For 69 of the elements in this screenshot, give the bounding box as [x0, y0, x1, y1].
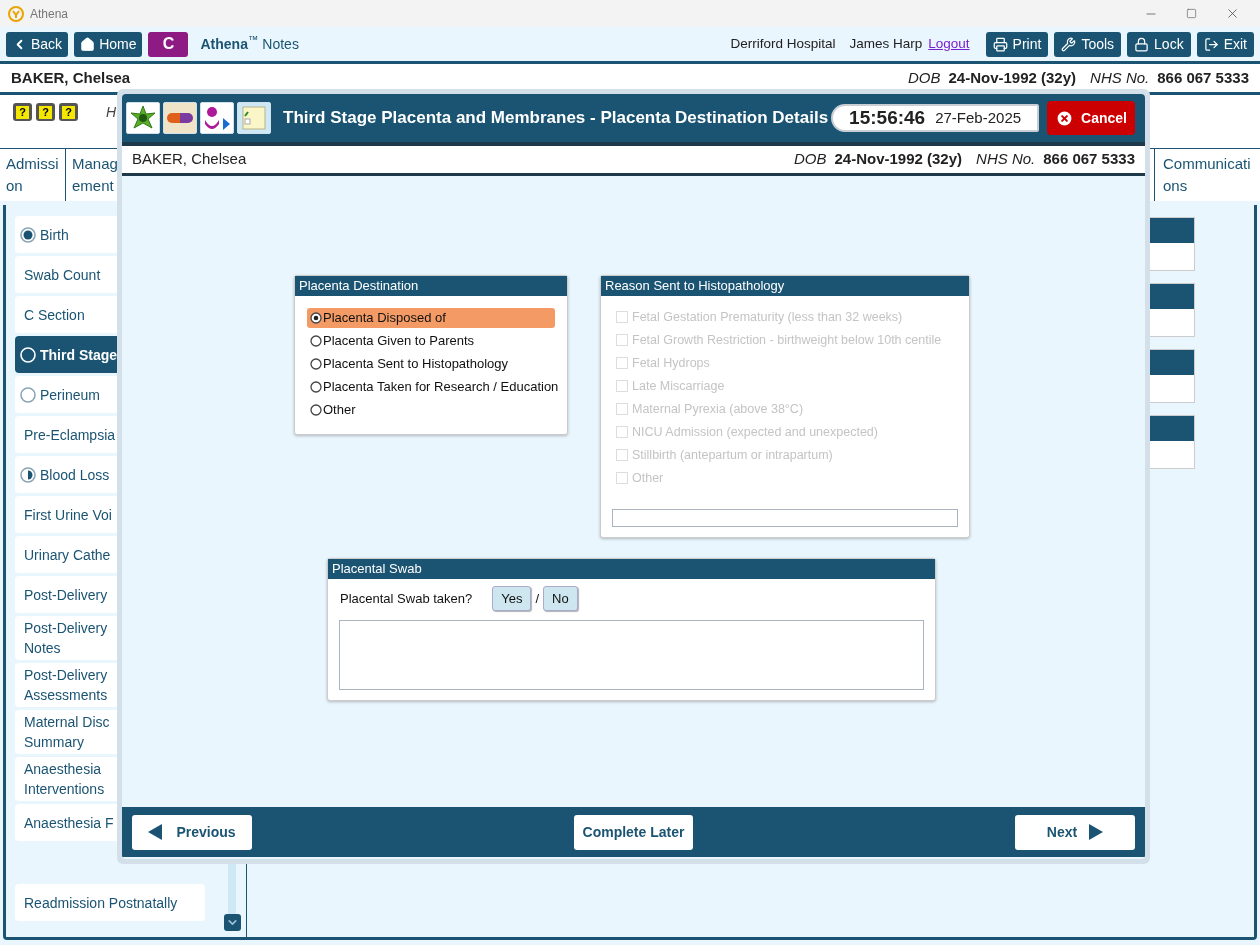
panel-header: Reason Sent to Histopathology: [601, 276, 969, 296]
answer-button[interactable]: Yes: [492, 586, 532, 611]
home-icon: [80, 36, 96, 52]
pill-tile-button[interactable]: [163, 102, 197, 134]
maximize-icon[interactable]: [1186, 8, 1197, 19]
separator-text: /: [535, 589, 540, 608]
answer-button[interactable]: No: [543, 586, 578, 611]
dob-value: 24-Nov-1992 (32y): [834, 149, 963, 170]
flower-icon: [129, 104, 157, 132]
sidebar-item[interactable]: Readmission Postnatally: [15, 884, 205, 921]
help-button[interactable]: ?: [59, 103, 78, 121]
patient-name: BAKER, Chelsea: [132, 149, 247, 170]
patient-name: BAKER, Chelsea: [11, 67, 131, 88]
dob-label: DOB: [907, 67, 941, 88]
triangle-left-icon: [148, 824, 163, 840]
person-tile-button[interactable]: [200, 102, 234, 134]
previous-button[interactable]: Previous: [132, 814, 252, 850]
current-time: 15:56:46: [849, 105, 926, 130]
home-button[interactable]: Home: [74, 31, 143, 57]
hospital-name: Derriford Hospital: [730, 34, 836, 53]
destination-option[interactable]: Placenta Given to Parents: [307, 331, 555, 351]
destination-option[interactable]: Placenta Sent to Histopathology: [307, 354, 555, 374]
lock-button[interactable]: Lock: [1127, 31, 1191, 57]
flower-tile-button[interactable]: [126, 102, 160, 134]
section-tab[interactable]: Admission: [0, 149, 66, 201]
person-arrow-icon: [202, 104, 232, 132]
app-logo-icon: [8, 5, 24, 22]
cancel-icon: [1055, 108, 1075, 128]
help-button[interactable]: ?: [13, 103, 32, 121]
print-button[interactable]: Print: [985, 31, 1049, 57]
nhs-value: 866 067 5333: [1157, 67, 1249, 88]
current-date: 27-Feb-2025: [935, 107, 1022, 128]
help-button[interactable]: ?: [36, 103, 55, 121]
dialog-title: Third Stage Placenta and Membranes - Placenta Destination Details: [283, 107, 829, 130]
close-icon[interactable]: [1225, 6, 1240, 21]
tools-button[interactable]: Tools: [1054, 31, 1122, 57]
notepad-tile-button[interactable]: [237, 102, 271, 134]
dob-label: DOB: [793, 149, 827, 170]
nhs-value: 866 067 5333: [1043, 149, 1135, 170]
hint-text: H: [106, 103, 117, 121]
back-button[interactable]: Back: [6, 31, 69, 57]
panel-header: Placental Swab: [328, 559, 935, 579]
exit-icon: [1203, 36, 1219, 52]
scroll-down-button[interactable]: [224, 914, 241, 931]
wrench-icon: [1061, 36, 1077, 52]
destination-option[interactable]: Other: [307, 400, 555, 420]
pill-icon: [166, 112, 194, 124]
panel-header: Placenta Destination: [295, 276, 567, 296]
swab-question: Placental Swab taken?: [340, 589, 473, 608]
nhs-label: NHS No.: [976, 149, 1036, 170]
profile-badge[interactable]: C: [148, 31, 189, 57]
next-button[interactable]: Next: [1015, 814, 1135, 850]
dob-value: 24-Nov-1992 (32y): [948, 67, 1077, 88]
window-title: Athena: [30, 5, 69, 23]
destination-option[interactable]: Placenta Disposed of: [307, 308, 555, 328]
cancel-button[interactable]: Cancel: [1047, 101, 1135, 135]
app-brand: Athena$^{™}$ Notes: [200, 33, 299, 54]
user-name: James Harp: [849, 34, 923, 53]
logout-link[interactable]: Logout: [928, 33, 970, 55]
section-tab[interactable]: Communications: [1154, 149, 1260, 201]
reason-text-field[interactable]: [612, 509, 958, 527]
lock-icon: [1134, 36, 1150, 52]
triangle-right-icon: [1089, 824, 1104, 840]
printer-icon: [992, 36, 1008, 52]
exit-button[interactable]: Exit: [1196, 31, 1254, 57]
swab-notes-field[interactable]: [339, 620, 924, 690]
complete-later-button[interactable]: Complete Later: [573, 814, 694, 850]
nhs-label: NHS No.: [1090, 67, 1150, 88]
notepad-icon: [240, 104, 268, 132]
